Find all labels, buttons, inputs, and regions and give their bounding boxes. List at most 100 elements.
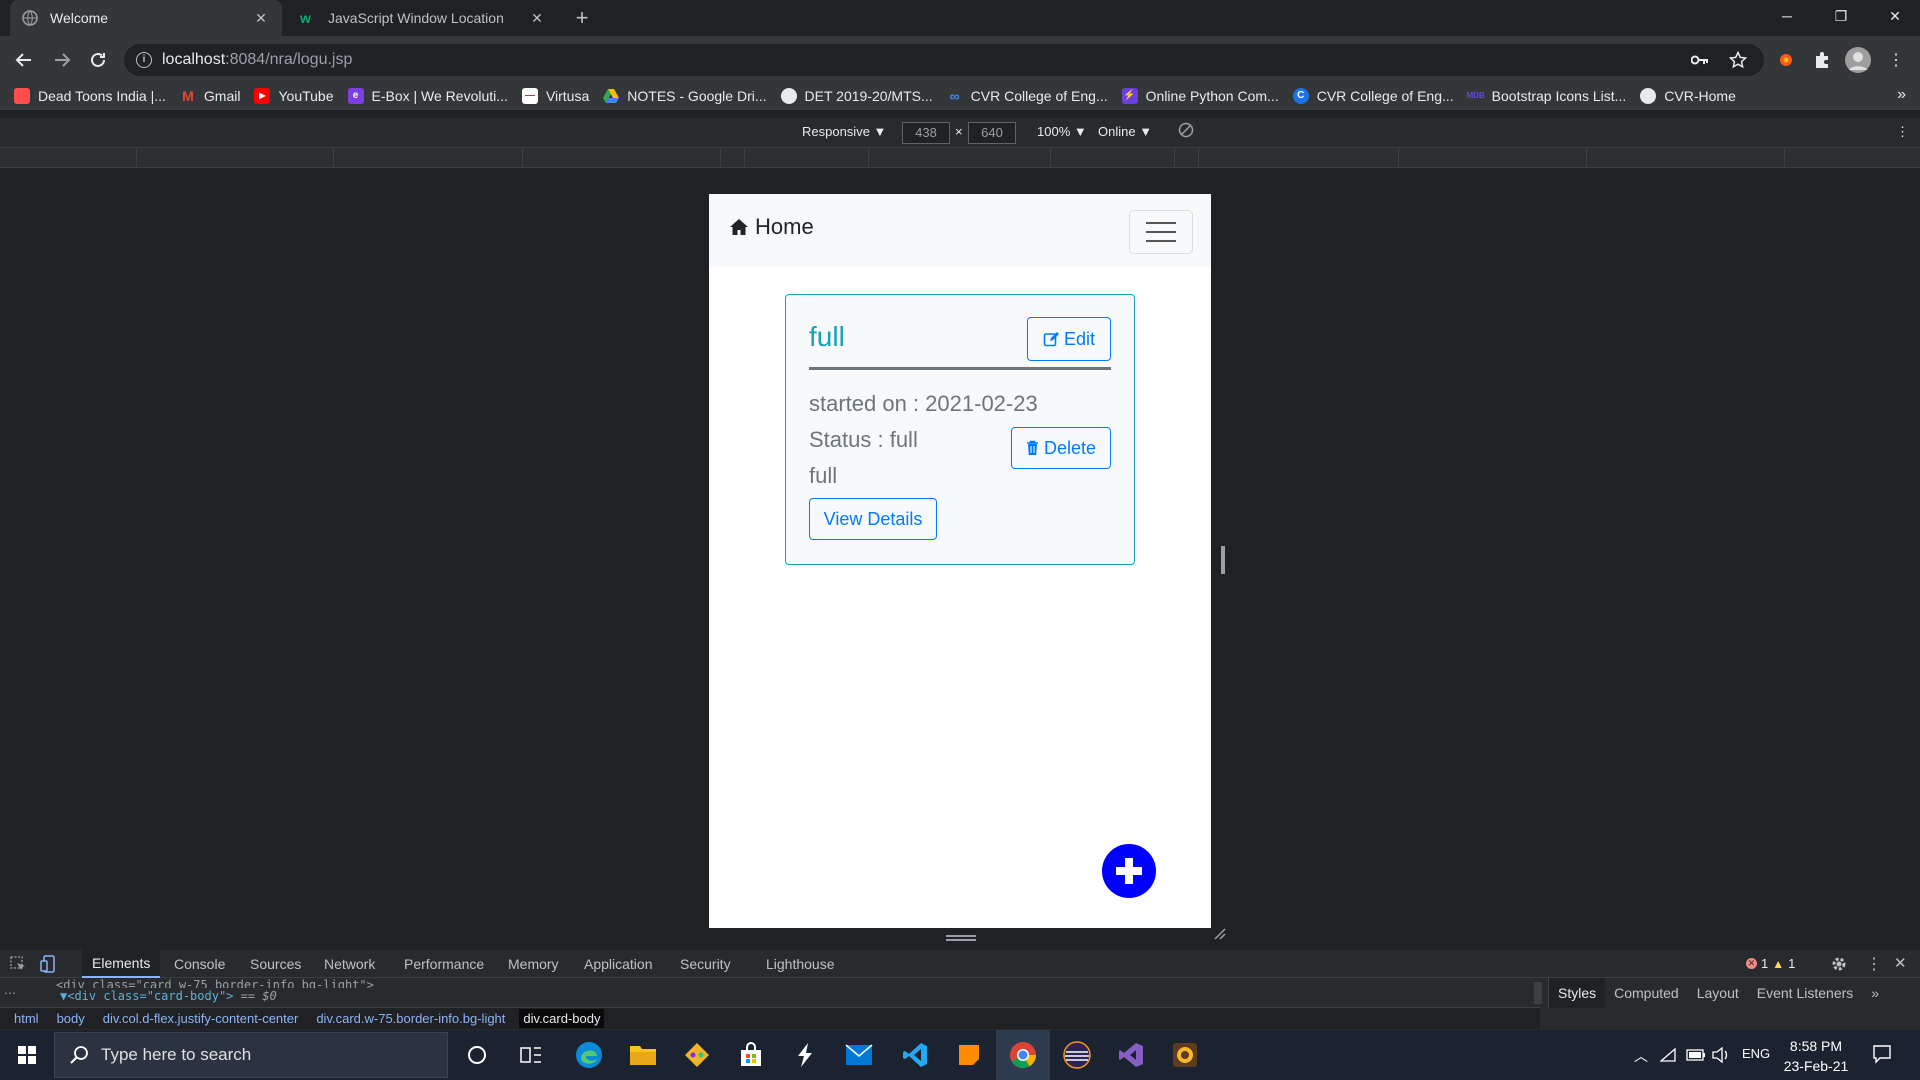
dom-ellipsis-icon[interactable]: ⋯ [4,986,16,1000]
close-tab-icon[interactable]: ✕ [252,9,270,27]
devtools-tab-sources[interactable]: Sources [240,950,311,978]
add-floating-button[interactable] [1102,844,1156,898]
bookmark-item[interactable]: e E-Box | We Revoluti... [347,87,508,104]
puzzle-extensions-icon[interactable] [1808,46,1836,74]
dom-tree-line[interactable]: <div class="card w-75 border-info bg-lig… [56,978,374,988]
device-mode-select[interactable]: Responsive ▼ [802,124,886,139]
tab-welcome[interactable]: Welcome ✕ [10,0,282,36]
clock-time[interactable]: 8:58 PM [1776,1038,1856,1054]
address-bar[interactable]: i localhost:8084/nra/logu.jsp [124,44,1764,76]
tab-javascript-window-location[interactable]: w JavaScript Window Location ✕ [288,0,558,36]
new-tab-button[interactable]: + [568,6,596,30]
breadcrumb-item[interactable]: body [53,1009,89,1028]
rotate-icon[interactable] [1178,122,1194,138]
bookmark-item[interactable]: C CVR College of Eng... [1292,87,1454,104]
devtools-tab-application[interactable]: Application [574,950,663,978]
viewport-resize-handle-right[interactable] [1221,546,1225,574]
tab-event-listeners[interactable]: Event Listeners [1748,978,1863,1008]
delete-button[interactable]: Delete [1011,427,1111,469]
terminal-app-icon[interactable] [778,1030,832,1080]
breadcrumb-item-active[interactable]: div.card-body [519,1009,605,1028]
close-window-button[interactable]: ✕ [1872,0,1918,32]
battery-icon[interactable] [1686,1049,1706,1061]
issues-counter[interactable]: ✕ 1 ▲ 1 [1746,956,1795,971]
language-indicator[interactable]: ENG [1742,1046,1770,1061]
devtools-tab-elements[interactable]: Elements [82,950,161,978]
sticky-notes-icon[interactable] [942,1030,996,1080]
bookmark-item[interactable]: MDB Bootstrap Icons List... [1467,88,1627,104]
breadcrumb-item[interactable]: html [10,1009,43,1028]
inspect-element-icon[interactable] [10,956,26,972]
menu-kebab-icon[interactable]: ⋮ [1882,46,1910,74]
viewport-resize-corner-icon[interactable] [1214,928,1226,940]
edge-browser-icon[interactable] [562,1030,616,1080]
store-icon[interactable] [724,1030,778,1080]
eclipse-icon[interactable] [1050,1030,1104,1080]
viewport-resize-handle-bottom[interactable] [946,935,976,941]
tab-computed[interactable]: Computed [1605,978,1688,1008]
network-throttle-select[interactable]: Online ▼ [1098,124,1152,139]
devtools-tab-memory[interactable]: Memory [498,950,569,978]
cortana-icon[interactable] [450,1030,504,1080]
view-details-button[interactable]: View Details [809,498,937,540]
bookmark-item[interactable]: — Virtusa [521,87,589,104]
viewport-height-input[interactable]: 640 [968,122,1016,144]
breadcrumb-item[interactable]: div.card.w-75.border-info.bg-light [312,1009,509,1028]
bookmark-item[interactable]: M Gmail [180,88,240,104]
bookmark-item[interactable]: ⚡ Online Python Com... [1121,87,1279,104]
site-info-icon[interactable]: i [136,52,152,68]
network-wifi-icon[interactable] [1660,1048,1678,1062]
restore-button[interactable]: ❐ [1818,0,1864,32]
device-toggle-icon[interactable] [40,955,56,973]
navbar-brand[interactable]: Home [729,214,814,240]
key-icon[interactable] [1686,46,1714,74]
devtools-tab-lighthouse[interactable]: Lighthouse [756,950,845,978]
tray-chevron-icon[interactable]: ︿ [1634,1046,1648,1066]
devtools-tab-performance[interactable]: Performance [394,950,494,978]
bookmark-item[interactable]: DET 2019-20/MTS... [780,87,933,104]
java-app-icon[interactable] [1158,1030,1212,1080]
edit-button[interactable]: Edit [1027,317,1111,361]
navbar-toggler-button[interactable] [1129,210,1193,254]
bookmarks-overflow-icon[interactable]: » [1897,86,1906,104]
bookmark-item[interactable]: CVR-Home [1640,87,1736,104]
tab-layout[interactable]: Layout [1688,978,1748,1008]
bookmark-star-icon[interactable] [1724,46,1752,74]
chrome-icon[interactable] [996,1030,1050,1080]
vscode-icon[interactable] [888,1030,942,1080]
breadcrumb-item[interactable]: div.col.d-flex.justify-content-center [99,1009,303,1028]
extension-icon[interactable] [1772,46,1800,74]
devtools-close-icon[interactable]: ✕ [1894,954,1907,972]
devtools-tab-security[interactable]: Security [670,950,741,978]
device-options-kebab-icon[interactable]: ⋮ [1896,124,1909,140]
forward-arrow-icon[interactable] [48,46,76,74]
devtools-tab-network[interactable]: Network [314,950,385,978]
bookmark-item[interactable]: Dead Toons India |... [14,87,166,104]
visual-studio-icon[interactable] [1104,1030,1158,1080]
bookmark-item[interactable]: ▶ YouTube [254,87,334,104]
dom-scrollbar[interactable] [1534,982,1542,1004]
viewport-width-input[interactable]: 438 [902,122,950,144]
devtools-settings-gear-icon[interactable] [1830,955,1848,973]
windows-start-icon[interactable] [0,1030,54,1080]
close-tab-icon[interactable]: ✕ [528,9,546,27]
notifications-icon[interactable] [1872,1044,1892,1064]
zoom-select[interactable]: 100% ▼ [1037,124,1087,139]
task-view-icon[interactable] [504,1030,558,1080]
bookmark-item[interactable]: ∞ CVR College of Eng... [947,88,1108,104]
git-app-icon[interactable] [670,1030,724,1080]
back-arrow-icon[interactable] [10,46,38,74]
dom-tree-selected-line[interactable]: ▼<div class="card-body"> == $0 [60,989,277,1003]
devtools-more-kebab-icon[interactable]: ⋮ [1866,954,1882,974]
mail-icon[interactable] [832,1030,886,1080]
file-explorer-icon[interactable] [616,1030,670,1080]
volume-icon[interactable] [1712,1047,1730,1063]
minimize-button[interactable]: ─ [1764,0,1810,32]
reload-icon[interactable] [84,46,112,74]
tab-styles[interactable]: Styles [1549,978,1606,1008]
taskbar-search-box[interactable]: Type here to search [54,1032,448,1078]
devtools-tab-console[interactable]: Console [164,950,235,978]
more-tabs-icon[interactable]: » [1862,978,1888,1008]
profile-avatar[interactable] [1844,46,1872,74]
clock-date[interactable]: 23-Feb-21 [1776,1058,1856,1074]
